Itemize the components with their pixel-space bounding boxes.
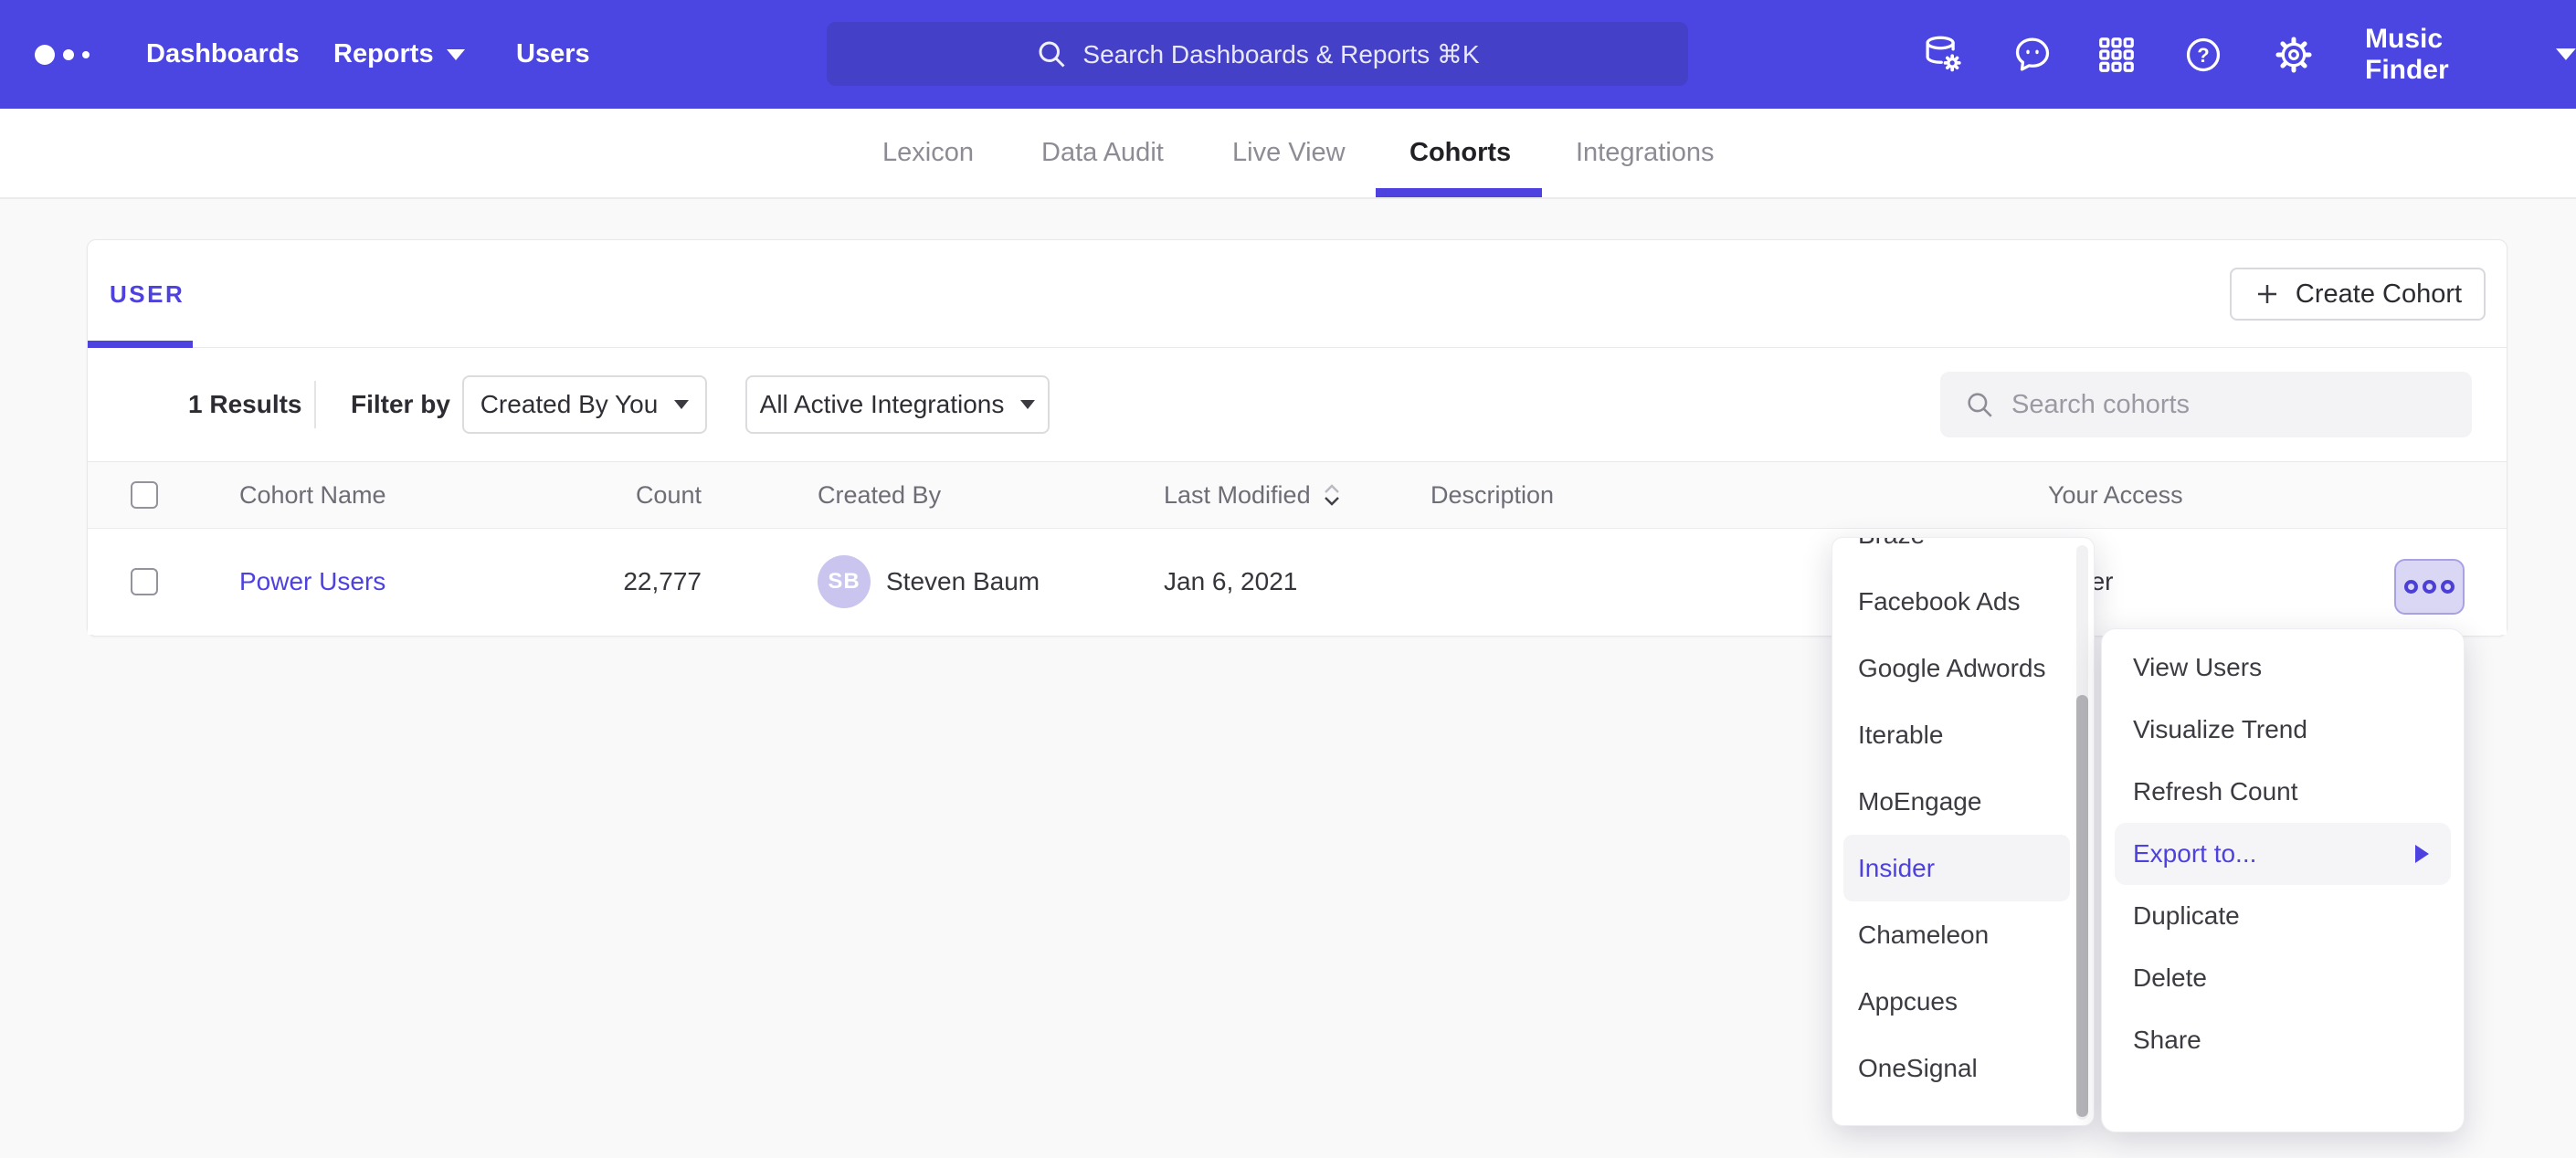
tab-cohorts[interactable]: Cohorts	[1409, 109, 1511, 197]
results-count: 1 Results	[188, 348, 302, 461]
submenu-item-iterable[interactable]: Iterable	[1832, 701, 2094, 768]
avatar: SB	[818, 555, 871, 608]
cohort-name-cell: Power Users	[239, 529, 385, 635]
col-your-access[interactable]: Your Access	[2048, 462, 2183, 528]
settings-gear-icon[interactable]	[2273, 34, 2315, 76]
submenu-item-onesignal[interactable]: OneSignal	[1832, 1035, 2094, 1101]
chevron-down-icon	[674, 400, 689, 409]
active-tab-underline	[1376, 188, 1542, 197]
nav-dashboards-label: Dashboards	[146, 39, 300, 69]
data-management-icon[interactable]	[1922, 34, 1964, 76]
menu-item-export-to[interactable]: Export to...	[2115, 823, 2451, 885]
submenu-item-braze[interactable]: Braze	[1832, 537, 2094, 568]
global-search-input[interactable]: Search Dashboards & Reports ⌘K	[827, 22, 1688, 86]
nav-reports-label: Reports	[333, 39, 434, 69]
created-by-cell: Steven Baum	[886, 529, 1040, 635]
menu-item-visualize-trend[interactable]: Visualize Trend	[2102, 699, 2464, 761]
submenu-item-google-adwords[interactable]: Google Adwords	[1832, 635, 2094, 701]
nav-users-label: Users	[516, 39, 590, 69]
filter-integrations-dropdown[interactable]: All Active Integrations	[745, 375, 1050, 434]
dot-icon	[2404, 580, 2418, 594]
menu-item-share[interactable]: Share	[2102, 1009, 2464, 1071]
sort-icon[interactable]	[1322, 482, 1342, 508]
chevron-down-icon	[2556, 48, 2576, 60]
row-more-actions-button[interactable]	[2394, 559, 2465, 615]
col-description[interactable]: Description	[1431, 462, 1554, 528]
user-tab-underline	[88, 341, 193, 348]
apps-grid-icon[interactable]	[2096, 34, 2138, 76]
menu-item-refresh-count[interactable]: Refresh Count	[2102, 761, 2464, 823]
create-cohort-button[interactable]: Create Cohort	[2230, 268, 2486, 321]
mixpanel-logo-icon[interactable]	[35, 0, 90, 109]
svg-text:?: ?	[2197, 44, 2209, 67]
chevron-down-icon	[447, 49, 465, 60]
submenu-item-insider[interactable]: Insider	[1843, 835, 2070, 901]
export-submenu: Braze Facebook Ads Google Adwords Iterab…	[1832, 537, 2095, 1126]
filter-by-label: Filter by	[351, 348, 450, 461]
row-checkbox[interactable]	[131, 568, 158, 595]
col-count[interactable]: Count	[572, 462, 702, 528]
nav-users[interactable]: Users	[516, 0, 590, 109]
col-created-by[interactable]: Created By	[818, 462, 941, 528]
cohort-type-row: USER Create Cohort	[88, 240, 2507, 348]
section-tabbar: Lexicon Data Audit Live View Cohorts Int…	[0, 109, 2576, 199]
screen: Dashboards Reports Users Search Dashboar…	[0, 0, 2576, 1158]
tab-user[interactable]: USER	[110, 240, 185, 348]
global-search-placeholder: Search Dashboards & Reports ⌘K	[1082, 39, 1479, 69]
submenu-item-facebook-ads[interactable]: Facebook Ads	[1832, 568, 2094, 635]
menu-item-view-users[interactable]: View Users	[2102, 637, 2464, 699]
tab-integrations[interactable]: Integrations	[1576, 109, 1715, 197]
last-modified-cell: Jan 6, 2021	[1164, 529, 1297, 635]
search-icon	[1964, 389, 1995, 420]
tab-live-view[interactable]: Live View	[1232, 109, 1346, 197]
col-cohort-name[interactable]: Cohort Name	[239, 462, 386, 528]
plus-icon	[2254, 280, 2281, 308]
submenu-item-chameleon[interactable]: Chameleon	[1832, 901, 2094, 968]
col-last-modified[interactable]: Last Modified	[1164, 462, 1342, 528]
submenu-arrow-icon	[2415, 845, 2429, 863]
search-cohorts-input[interactable]: Search cohorts	[1940, 372, 2472, 437]
row-context-menu: View Users Visualize Trend Refresh Count…	[2101, 628, 2465, 1132]
help-icon[interactable]: ?	[2182, 34, 2224, 76]
submenu-item-appcues[interactable]: Appcues	[1832, 968, 2094, 1035]
filter-row: 1 Results Filter by Created By You All A…	[88, 348, 2507, 462]
scrollbar-thumb[interactable]	[2076, 695, 2088, 1117]
table-row: Power Users 22,777 SB Steven Baum Jan 6,…	[88, 529, 2507, 635]
table-header-row: Cohort Name Count Created By Last Modifi…	[88, 462, 2507, 529]
dot-icon	[2441, 580, 2455, 594]
menu-item-duplicate[interactable]: Duplicate	[2102, 885, 2464, 947]
tab-data-audit[interactable]: Data Audit	[1041, 109, 1164, 197]
nav-reports[interactable]: Reports	[333, 0, 465, 109]
chevron-down-icon	[1020, 400, 1035, 409]
account-label: Music Finder	[2365, 24, 2532, 86]
search-icon	[1035, 37, 1068, 70]
count-cell: 22,777	[572, 529, 702, 635]
divider	[314, 381, 316, 428]
filter-created-by-dropdown[interactable]: Created By You	[462, 375, 707, 434]
cohort-link[interactable]: Power Users	[239, 567, 385, 596]
menu-item-delete[interactable]: Delete	[2102, 947, 2464, 1009]
search-cohorts-placeholder: Search cohorts	[2011, 390, 2190, 420]
submenu-item-moengage[interactable]: MoEngage	[1832, 768, 2094, 835]
feedback-chat-icon[interactable]	[2011, 34, 2053, 76]
account-menu[interactable]: Music Finder	[2365, 0, 2576, 109]
nav-dashboards[interactable]: Dashboards	[146, 0, 300, 109]
tab-lexicon[interactable]: Lexicon	[882, 109, 974, 197]
dot-icon	[2423, 580, 2436, 594]
cohorts-card: USER Create Cohort 1 Results Filter by C…	[87, 239, 2507, 637]
select-all-checkbox[interactable]	[131, 481, 158, 509]
top-nav: Dashboards Reports Users Search Dashboar…	[0, 0, 2576, 109]
